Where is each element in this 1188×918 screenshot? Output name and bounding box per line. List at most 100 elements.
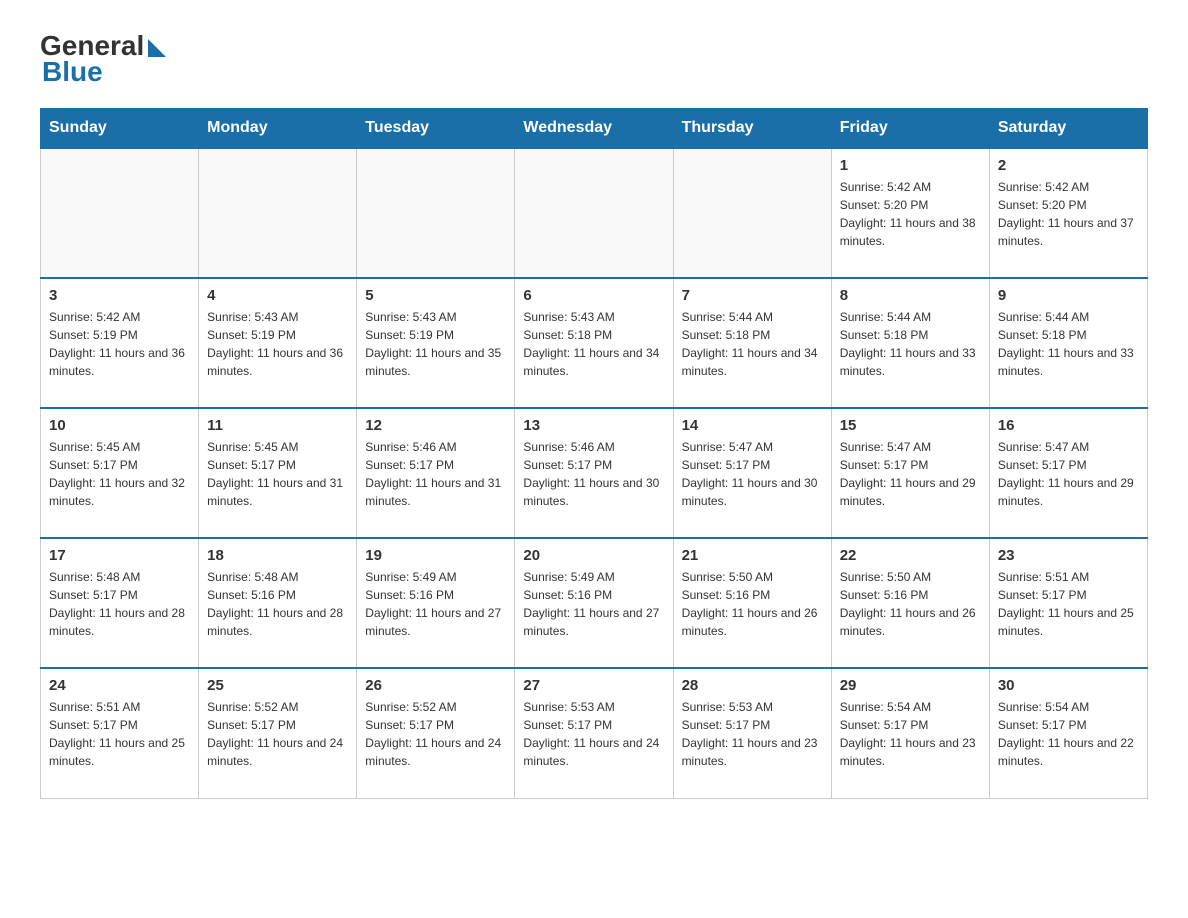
calendar-cell: 22 Sunrise: 5:50 AM Sunset: 5:16 PM Dayli…: [831, 538, 989, 668]
calendar-cell: 24Sunrise: 5:51 AM Sunset: 5:17 PM Dayli…: [41, 668, 199, 798]
calendar-cell: 30Sunrise: 5:54 AM Sunset: 5:17 PM Dayli…: [989, 668, 1147, 798]
logo-blue-text: Blue: [42, 56, 103, 88]
day-number: 28: [682, 677, 823, 694]
day-number: 7: [682, 287, 823, 304]
day-number: 2: [998, 157, 1139, 174]
day-info: Sunrise: 5:51 AM Sunset: 5:17 PM Dayligh…: [998, 568, 1139, 640]
calendar-cell: 14Sunrise: 5:47 AM Sunset: 5:17 PM Dayli…: [673, 408, 831, 538]
day-info: Sunrise: 5:50 AM Sunset: 5:16 PM Dayligh…: [840, 568, 981, 640]
calendar-week-3: 10 Sunrise: 5:45 AM Sunset: 5:17 PM Dayli…: [41, 408, 1148, 538]
day-info: Sunrise: 5:52 AM Sunset: 5:17 PM Dayligh…: [207, 698, 348, 770]
calendar-cell: 16 Sunrise: 5:47 AM Sunset: 5:17 PM Dayli…: [989, 408, 1147, 538]
day-number: 19: [365, 547, 506, 564]
calendar-cell: 28 Sunrise: 5:53 AM Sunset: 5:17 PM Dayli…: [673, 668, 831, 798]
calendar-cell: 10 Sunrise: 5:45 AM Sunset: 5:17 PM Dayli…: [41, 408, 199, 538]
calendar-cell: 20Sunrise: 5:49 AM Sunset: 5:16 PM Dayli…: [515, 538, 673, 668]
weekday-header-tuesday: Tuesday: [357, 109, 515, 149]
calendar-cell: 2Sunrise: 5:42 AM Sunset: 5:20 PM Daylig…: [989, 148, 1147, 278]
weekday-header-row: SundayMondayTuesdayWednesdayThursdayFrid…: [41, 109, 1148, 149]
day-info: Sunrise: 5:43 AM Sunset: 5:19 PM Dayligh…: [365, 308, 506, 380]
day-info: Sunrise: 5:48 AM Sunset: 5:16 PM Dayligh…: [207, 568, 348, 640]
day-info: Sunrise: 5:46 AM Sunset: 5:17 PM Dayligh…: [365, 438, 506, 510]
day-info: Sunrise: 5:43 AM Sunset: 5:19 PM Dayligh…: [207, 308, 348, 380]
day-number: 22: [840, 547, 981, 564]
day-info: Sunrise: 5:54 AM Sunset: 5:17 PM Dayligh…: [998, 698, 1139, 770]
day-info: Sunrise: 5:44 AM Sunset: 5:18 PM Dayligh…: [840, 308, 981, 380]
calendar-cell: 17 Sunrise: 5:48 AM Sunset: 5:17 PM Dayli…: [41, 538, 199, 668]
weekday-header-friday: Friday: [831, 109, 989, 149]
day-number: 13: [523, 417, 664, 434]
calendar-cell: 8 Sunrise: 5:44 AM Sunset: 5:18 PM Daylig…: [831, 278, 989, 408]
weekday-header-saturday: Saturday: [989, 109, 1147, 149]
calendar-cell: 18 Sunrise: 5:48 AM Sunset: 5:16 PM Dayli…: [199, 538, 357, 668]
day-number: 1: [840, 157, 981, 174]
calendar-cell: 7Sunrise: 5:44 AM Sunset: 5:18 PM Daylig…: [673, 278, 831, 408]
calendar-week-2: 3 Sunrise: 5:42 AM Sunset: 5:19 PM Daylig…: [41, 278, 1148, 408]
day-info: Sunrise: 5:52 AM Sunset: 5:17 PM Dayligh…: [365, 698, 506, 770]
calendar-cell: 5 Sunrise: 5:43 AM Sunset: 5:19 PM Daylig…: [357, 278, 515, 408]
day-info: Sunrise: 5:54 AM Sunset: 5:17 PM Dayligh…: [840, 698, 981, 770]
day-number: 18: [207, 547, 348, 564]
calendar-week-5: 24Sunrise: 5:51 AM Sunset: 5:17 PM Dayli…: [41, 668, 1148, 798]
calendar-cell: [199, 148, 357, 278]
calendar-cell: 26 Sunrise: 5:52 AM Sunset: 5:17 PM Dayli…: [357, 668, 515, 798]
day-info: Sunrise: 5:48 AM Sunset: 5:17 PM Dayligh…: [49, 568, 190, 640]
calendar-cell: [515, 148, 673, 278]
day-number: 3: [49, 287, 190, 304]
day-number: 8: [840, 287, 981, 304]
day-number: 6: [523, 287, 664, 304]
calendar-cell: 4 Sunrise: 5:43 AM Sunset: 5:19 PM Daylig…: [199, 278, 357, 408]
day-info: Sunrise: 5:50 AM Sunset: 5:16 PM Dayligh…: [682, 568, 823, 640]
weekday-header-monday: Monday: [199, 109, 357, 149]
day-number: 11: [207, 417, 348, 434]
calendar-cell: 25 Sunrise: 5:52 AM Sunset: 5:17 PM Dayli…: [199, 668, 357, 798]
day-info: Sunrise: 5:43 AM Sunset: 5:18 PM Dayligh…: [523, 308, 664, 380]
day-number: 10: [49, 417, 190, 434]
day-info: Sunrise: 5:45 AM Sunset: 5:17 PM Dayligh…: [49, 438, 190, 510]
calendar-cell: 11 Sunrise: 5:45 AM Sunset: 5:17 PM Dayli…: [199, 408, 357, 538]
day-number: 17: [49, 547, 190, 564]
calendar-week-4: 17 Sunrise: 5:48 AM Sunset: 5:17 PM Dayli…: [41, 538, 1148, 668]
day-number: 15: [840, 417, 981, 434]
day-info: Sunrise: 5:49 AM Sunset: 5:16 PM Dayligh…: [523, 568, 664, 640]
day-info: Sunrise: 5:45 AM Sunset: 5:17 PM Dayligh…: [207, 438, 348, 510]
day-number: 21: [682, 547, 823, 564]
day-number: 5: [365, 287, 506, 304]
calendar-cell: 9Sunrise: 5:44 AM Sunset: 5:18 PM Daylig…: [989, 278, 1147, 408]
day-info: Sunrise: 5:53 AM Sunset: 5:17 PM Dayligh…: [682, 698, 823, 770]
day-info: Sunrise: 5:47 AM Sunset: 5:17 PM Dayligh…: [998, 438, 1139, 510]
calendar-cell: 21 Sunrise: 5:50 AM Sunset: 5:16 PM Dayli…: [673, 538, 831, 668]
day-number: 4: [207, 287, 348, 304]
weekday-header-thursday: Thursday: [673, 109, 831, 149]
day-info: Sunrise: 5:42 AM Sunset: 5:19 PM Dayligh…: [49, 308, 190, 380]
calendar-cell: 29 Sunrise: 5:54 AM Sunset: 5:17 PM Dayli…: [831, 668, 989, 798]
day-number: 29: [840, 677, 981, 694]
day-number: 26: [365, 677, 506, 694]
day-info: Sunrise: 5:53 AM Sunset: 5:17 PM Dayligh…: [523, 698, 664, 770]
day-number: 27: [523, 677, 664, 694]
day-number: 25: [207, 677, 348, 694]
weekday-header-sunday: Sunday: [41, 109, 199, 149]
page-header: General Blue: [40, 30, 1148, 88]
day-info: Sunrise: 5:46 AM Sunset: 5:17 PM Dayligh…: [523, 438, 664, 510]
calendar-cell: 27 Sunrise: 5:53 AM Sunset: 5:17 PM Dayli…: [515, 668, 673, 798]
day-info: Sunrise: 5:47 AM Sunset: 5:17 PM Dayligh…: [840, 438, 981, 510]
day-info: Sunrise: 5:51 AM Sunset: 5:17 PM Dayligh…: [49, 698, 190, 770]
calendar-cell: [357, 148, 515, 278]
calendar-week-1: 1 Sunrise: 5:42 AM Sunset: 5:20 PM Daylig…: [41, 148, 1148, 278]
day-info: Sunrise: 5:49 AM Sunset: 5:16 PM Dayligh…: [365, 568, 506, 640]
weekday-header-wednesday: Wednesday: [515, 109, 673, 149]
calendar-cell: 13 Sunrise: 5:46 AM Sunset: 5:17 PM Dayli…: [515, 408, 673, 538]
logo: General Blue: [40, 30, 166, 88]
day-number: 9: [998, 287, 1139, 304]
calendar-cell: 1 Sunrise: 5:42 AM Sunset: 5:20 PM Daylig…: [831, 148, 989, 278]
calendar-cell: 3 Sunrise: 5:42 AM Sunset: 5:19 PM Daylig…: [41, 278, 199, 408]
day-number: 23: [998, 547, 1139, 564]
calendar-table: SundayMondayTuesdayWednesdayThursdayFrid…: [40, 108, 1148, 799]
day-number: 16: [998, 417, 1139, 434]
calendar-cell: [673, 148, 831, 278]
day-info: Sunrise: 5:42 AM Sunset: 5:20 PM Dayligh…: [840, 178, 981, 250]
calendar-cell: 6 Sunrise: 5:43 AM Sunset: 5:18 PM Daylig…: [515, 278, 673, 408]
calendar-cell: [41, 148, 199, 278]
day-number: 12: [365, 417, 506, 434]
